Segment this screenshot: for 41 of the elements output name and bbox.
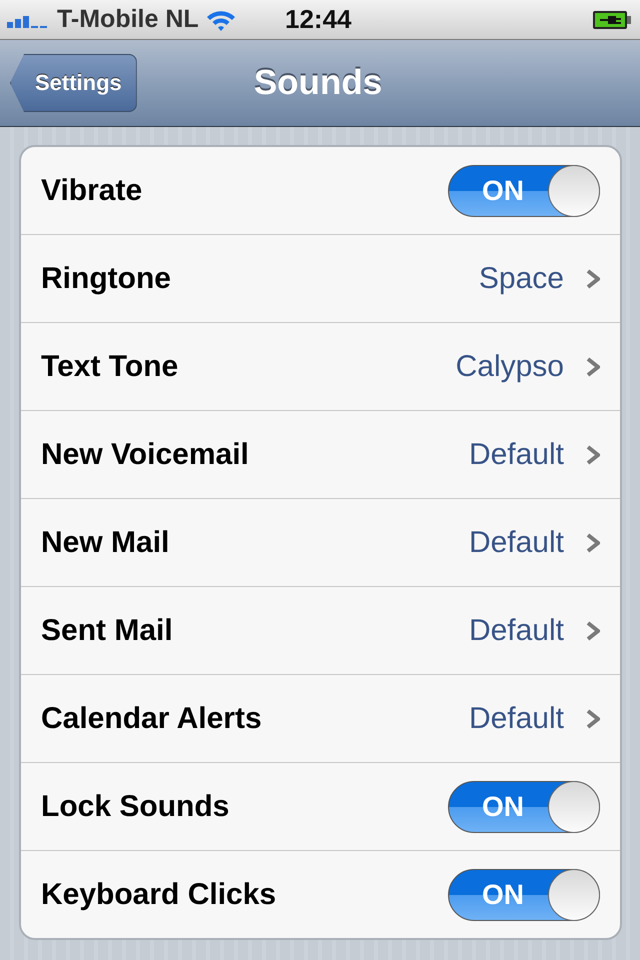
row-value: Default <box>468 702 564 736</box>
row-label: Calendar Alerts <box>41 702 263 736</box>
settings-row[interactable]: Calendar Alerts Default <box>21 674 620 762</box>
page-title: Sounds <box>254 63 382 103</box>
status-time: 12:44 <box>285 4 352 35</box>
row-value: Default <box>468 614 564 648</box>
switch-label: ON <box>482 878 524 910</box>
switch-knob[interactable] <box>548 780 600 832</box>
row-label: Vibrate <box>41 174 144 208</box>
chevron-icon <box>586 356 600 376</box>
settings-row[interactable]: Text Tone Calypso <box>21 322 620 410</box>
toggle-switch[interactable]: ON <box>448 868 600 920</box>
settings-row[interactable]: New Voicemail Default <box>21 410 620 498</box>
chevron-icon <box>586 620 600 640</box>
chevron-icon <box>586 444 600 464</box>
switch-knob[interactable] <box>548 868 600 920</box>
row-label: New Voicemail <box>41 438 250 472</box>
switch-label: ON <box>482 174 524 206</box>
battery-charging-icon <box>592 10 632 30</box>
toggle-switch[interactable]: ON <box>448 164 600 216</box>
chevron-icon <box>586 268 600 288</box>
settings-row[interactable]: New Mail Default <box>21 498 620 586</box>
row-label: Sent Mail <box>41 614 174 648</box>
settings-row[interactable]: Sent Mail Default <box>21 586 620 674</box>
back-button[interactable]: Settings <box>10 54 137 112</box>
row-label: Lock Sounds <box>41 790 230 824</box>
toggle-switch[interactable]: ON <box>448 780 600 832</box>
row-label: Text Tone <box>41 350 180 384</box>
settings-row[interactable]: Ringtone Space <box>21 234 620 322</box>
row-label: Keyboard Clicks <box>41 878 278 912</box>
row-value: Default <box>468 438 564 472</box>
chevron-icon <box>586 532 600 552</box>
row-label: Ringtone <box>41 262 172 296</box>
row-value: Default <box>468 526 564 560</box>
switch-knob[interactable] <box>548 164 600 216</box>
row-value: Space <box>478 262 564 296</box>
carrier-name: T-Mobile NL <box>57 5 199 34</box>
switch-label: ON <box>482 790 524 822</box>
row-label: New Mail <box>41 526 170 560</box>
chevron-icon <box>586 708 600 728</box>
row-value: Calypso <box>456 350 564 384</box>
